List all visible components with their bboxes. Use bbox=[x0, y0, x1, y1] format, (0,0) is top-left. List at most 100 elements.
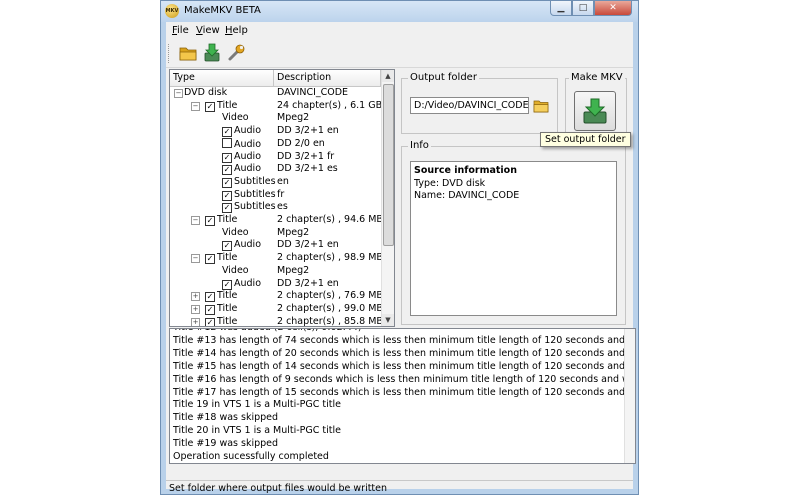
scroll-thumb[interactable] bbox=[383, 84, 394, 246]
tree-row[interactable]: − DVD disk DAVINCI_CODE bbox=[170, 87, 381, 100]
menu-help[interactable]: Help bbox=[225, 25, 248, 36]
tree-row-type: Video bbox=[222, 112, 249, 125]
tree-row-description: Mpeg2 bbox=[277, 226, 310, 238]
tree-row[interactable]: ✓ Subtitles en bbox=[170, 176, 381, 189]
tree-scrollbar[interactable]: ▲ ▼ bbox=[381, 70, 394, 326]
track-checkbox[interactable]: ✓ bbox=[222, 279, 232, 290]
tree-row-type-label: Audio bbox=[234, 163, 262, 175]
tree-row[interactable]: + ✓ Title 2 chapter(s) , 85.8 MB bbox=[170, 315, 383, 327]
status-bar: Set folder where output files would be w… bbox=[166, 480, 633, 497]
tree-row[interactable]: Audio DD 2/0 en bbox=[170, 137, 381, 152]
save-disc-icon[interactable] bbox=[202, 43, 222, 63]
tree-row-description: DD 3/2+1 en bbox=[277, 239, 339, 251]
open-folder-icon[interactable] bbox=[178, 43, 198, 63]
collapse-icon[interactable]: − bbox=[174, 89, 183, 98]
toolbar-grip[interactable] bbox=[168, 44, 172, 63]
track-checkbox[interactable]: ✓ bbox=[205, 254, 215, 265]
output-folder-field[interactable]: D:/Video/DAVINCI_CODE bbox=[410, 97, 529, 114]
scroll-down-icon[interactable]: ▼ bbox=[382, 314, 394, 326]
settings-wrench-icon[interactable] bbox=[226, 43, 246, 63]
log-scrollbar[interactable] bbox=[624, 329, 635, 463]
track-checkbox[interactable]: ✓ bbox=[222, 152, 232, 163]
tree-row-description: 2 chapter(s) , 94.6 MB bbox=[277, 214, 383, 225]
tree-row-type: ✓ Title bbox=[205, 252, 237, 265]
scroll-up-icon[interactable]: ▲ bbox=[382, 70, 394, 82]
minimize-button[interactable]: ▁ bbox=[550, 1, 572, 16]
tree-row[interactable]: Video Mpeg2 bbox=[170, 265, 381, 278]
tree-row[interactable]: ✓ Audio DD 3/2+1 es bbox=[170, 163, 381, 176]
close-button[interactable]: ✕ bbox=[594, 1, 632, 16]
expand-icon[interactable]: + bbox=[191, 292, 200, 302]
tree-row-type: ✓ Audio bbox=[222, 163, 261, 176]
tree-row-type: ✓ Audio bbox=[222, 151, 261, 164]
track-checkbox[interactable]: ✓ bbox=[222, 241, 232, 252]
info-type: Type: DVD disk bbox=[414, 177, 486, 189]
log-line: Title #19 was skipped bbox=[173, 438, 279, 450]
track-checkbox[interactable]: ✓ bbox=[222, 203, 232, 214]
tree-row-type: Video bbox=[222, 265, 249, 278]
expand-icon[interactable]: + bbox=[191, 304, 200, 314]
track-checkbox[interactable]: ✓ bbox=[205, 216, 215, 226]
tree-row[interactable]: ✓ Audio DD 3/2+1 en bbox=[170, 278, 381, 291]
tree-row[interactable]: − ✓ Title 24 chapter(s) , 6.1 GB bbox=[170, 100, 382, 113]
track-checkbox[interactable]: ✓ bbox=[222, 177, 232, 188]
tree-row-type-label: Audio bbox=[234, 277, 262, 289]
track-checkbox[interactable]: ✓ bbox=[205, 317, 215, 326]
info-label: Info bbox=[408, 140, 431, 151]
tree-row-type-label: Video bbox=[222, 226, 249, 238]
menu-bar: File View Help bbox=[166, 22, 633, 39]
track-checkbox[interactable]: ✓ bbox=[222, 165, 232, 176]
tree-row-type-label: Title bbox=[217, 290, 238, 302]
collapse-icon[interactable]: − bbox=[191, 101, 200, 111]
title-bar[interactable]: MKV MakeMKV BETA ▁ □ ✕ bbox=[161, 1, 638, 22]
tree-row-type: ✓ Title bbox=[205, 214, 237, 227]
tree-row-description: 2 chapter(s) , 99.0 MB bbox=[277, 302, 383, 314]
tree-row[interactable]: − ✓ Title 2 chapter(s) , 98.9 MB bbox=[170, 252, 383, 265]
log-line: Title 19 in VTS 1 is a Multi-PGC title bbox=[173, 399, 341, 411]
tree-row[interactable]: + ✓ Title 2 chapter(s) , 99.0 MB bbox=[170, 302, 383, 316]
collapse-icon[interactable]: − bbox=[191, 254, 200, 264]
tree-row-description: Mpeg2 bbox=[277, 112, 310, 124]
tree-row-type-label: DVD disk bbox=[184, 87, 228, 98]
column-type-header[interactable]: Type bbox=[170, 70, 274, 86]
info-group: Info Source information Type: DVD disk N… bbox=[401, 140, 626, 325]
column-description-header[interactable]: Description bbox=[274, 70, 381, 86]
window-title: MakeMKV BETA bbox=[184, 5, 261, 16]
title-tree[interactable]: Type Description − DVD disk DAVINCI_CODE − ✓… bbox=[169, 69, 395, 327]
tree-row[interactable]: + ✓ Title 2 chapter(s) , 76.9 MB bbox=[170, 290, 383, 303]
tree-row-type-label: Audio bbox=[234, 138, 262, 150]
track-checkbox[interactable] bbox=[222, 137, 232, 148]
track-checkbox[interactable]: ✓ bbox=[222, 190, 232, 201]
tree-row[interactable]: ✓ Subtitles es bbox=[170, 201, 381, 214]
maximize-button[interactable]: □ bbox=[572, 1, 594, 16]
tree-row-type-label: Title bbox=[217, 315, 238, 327]
make-mkv-button[interactable] bbox=[574, 91, 616, 131]
tree-row[interactable]: ✓ Subtitles fr bbox=[170, 189, 381, 202]
tree-row[interactable]: − ✓ Title 2 chapter(s) , 94.6 MB bbox=[170, 214, 383, 227]
collapse-icon[interactable]: − bbox=[191, 216, 200, 225]
maximize-icon: □ bbox=[578, 3, 588, 13]
tree-row-description: DD 3/2+1 en bbox=[277, 125, 339, 137]
browse-folder-button[interactable] bbox=[533, 99, 549, 113]
track-checkbox[interactable]: ✓ bbox=[205, 292, 215, 303]
tree-row[interactable]: ✓ Audio DD 3/2+1 en bbox=[170, 125, 381, 138]
expand-icon[interactable]: + bbox=[191, 317, 200, 326]
tree-row[interactable]: ✓ Audio DD 3/2+1 fr bbox=[170, 151, 381, 164]
tree-row-type: ✓ Title bbox=[205, 303, 237, 316]
tree-row-type: ✓ Audio bbox=[222, 125, 261, 138]
tree-row-type: ✓ Title bbox=[205, 100, 237, 113]
log-panel[interactable]: Title #12 was added (2 cell(s), 0:02:44)… bbox=[169, 328, 636, 464]
tree-row[interactable]: Video Mpeg2 bbox=[170, 112, 381, 125]
track-checkbox[interactable]: ✓ bbox=[205, 304, 215, 315]
track-checkbox[interactable]: ✓ bbox=[222, 127, 232, 138]
menu-file[interactable]: File bbox=[172, 25, 189, 36]
track-checkbox[interactable]: ✓ bbox=[205, 101, 215, 112]
log-line: Title 20 in VTS 1 is a Multi-PGC title bbox=[173, 425, 341, 437]
tree-row-description: 2 chapter(s) , 76.9 MB bbox=[277, 290, 383, 302]
tree-row-type: Audio bbox=[222, 137, 262, 152]
tree-row-type-label: Audio bbox=[234, 125, 262, 137]
tree-row[interactable]: Video Mpeg2 bbox=[170, 227, 381, 240]
tree-row-type: DVD disk bbox=[184, 87, 227, 100]
menu-view[interactable]: View bbox=[196, 25, 220, 36]
tree-row[interactable]: ✓ Audio DD 3/2+1 en bbox=[170, 239, 381, 252]
